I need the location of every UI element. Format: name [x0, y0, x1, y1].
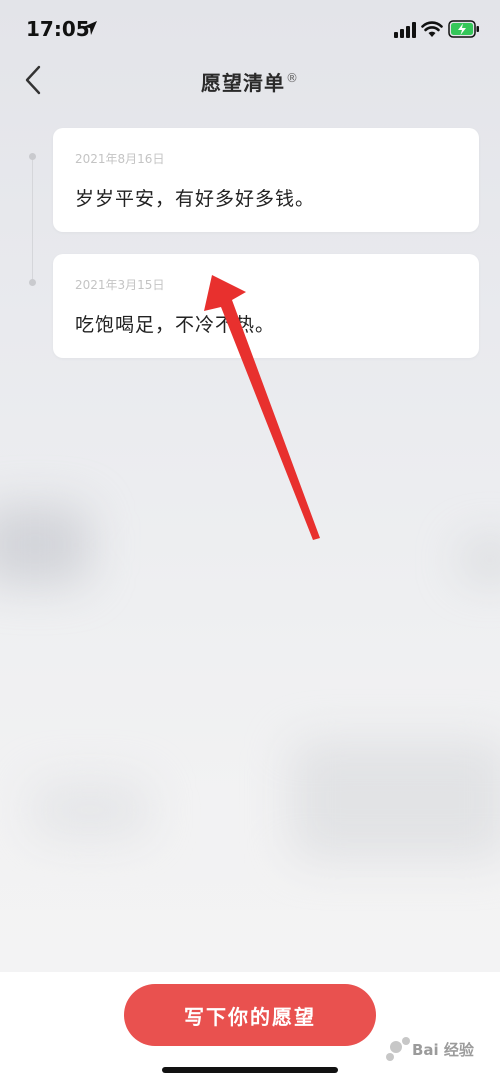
background-blur — [290, 740, 500, 860]
watermark-text: Bai 经验 — [412, 1041, 474, 1059]
wish-card[interactable]: 2021年3月15日 吃饱喝足，不冷不热。 — [53, 254, 479, 358]
timeline-line — [32, 157, 33, 285]
wish-text: 岁岁平安，有好多好多钱。 — [75, 188, 316, 210]
background-blur — [460, 540, 500, 580]
cellular-signal-icon — [394, 22, 416, 38]
wish-date: 2021年8月16日 — [75, 152, 165, 166]
timeline-dot — [29, 153, 36, 160]
registered-mark: ® — [286, 71, 299, 86]
background-blur — [0, 505, 90, 585]
wifi-icon — [421, 21, 443, 37]
background-blur — [30, 780, 150, 840]
wish-date: 2021年3月15日 — [75, 278, 165, 292]
wish-card[interactable]: 2021年8月16日 岁岁平安，有好多好多钱。 — [53, 128, 479, 232]
status-bar: 17:05 — [0, 0, 500, 60]
wish-text: 吃饱喝足，不冷不热。 — [75, 314, 276, 336]
page-title: 愿望清单® — [0, 67, 500, 96]
battery-charging-icon — [448, 20, 479, 38]
location-arrow-icon — [83, 21, 97, 35]
home-indicator — [162, 1067, 338, 1073]
status-time: 17:05 — [26, 17, 90, 41]
write-wish-button[interactable]: 写下你的愿望 — [124, 984, 376, 1046]
page-title-text: 愿望清单 — [201, 71, 285, 95]
timeline-dot — [29, 279, 36, 286]
